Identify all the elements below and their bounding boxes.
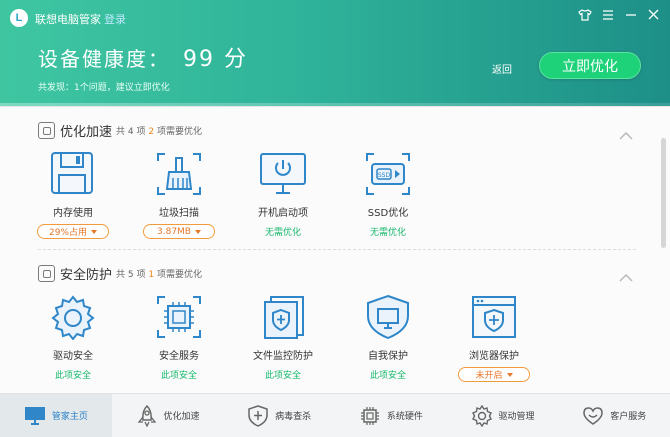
browser-shield-icon xyxy=(468,293,520,341)
dropdown-arrow-icon xyxy=(506,372,513,377)
item-self-protection[interactable]: 自我保护 此项安全 xyxy=(343,293,433,381)
optimize-now-button[interactable]: 立即优化 xyxy=(539,52,641,79)
browser-protection-dropdown[interactable]: 未开启 xyxy=(458,367,530,382)
section-summary: 共 5 项 1 项需要优化 xyxy=(116,270,202,280)
svg-text:SSD: SSD xyxy=(378,172,391,179)
chip-icon xyxy=(153,293,205,341)
item-security-service[interactable]: 安全服务 此项安全 xyxy=(134,293,224,381)
close-icon[interactable] xyxy=(645,6,662,23)
nav-label: 优化加速 xyxy=(163,412,200,422)
section-title: 安全防护 xyxy=(60,268,113,283)
item-status: 无需优化 xyxy=(264,228,301,238)
health-label: 设备健康度： xyxy=(38,47,170,71)
gear-icon xyxy=(471,404,493,427)
item-label: 浏览器保护 xyxy=(469,351,519,362)
app-logo: L xyxy=(10,9,28,27)
nav-hardware[interactable]: 系统硬件 xyxy=(335,394,447,437)
nav-optimize[interactable]: 优化加速 xyxy=(112,394,224,437)
item-status: 此项安全 xyxy=(264,371,301,381)
scrollbar[interactable] xyxy=(661,138,666,248)
section-divider xyxy=(38,249,636,250)
gear-icon xyxy=(47,293,99,341)
item-driver-security[interactable]: 驱动安全 此项安全 xyxy=(28,293,118,381)
nav-home[interactable]: 管家主页 xyxy=(0,394,112,437)
nav-label: 病毒查杀 xyxy=(275,412,312,422)
nav-customer-service[interactable]: 客户服务 xyxy=(558,394,670,437)
monitor-power-icon xyxy=(257,150,309,198)
login-link[interactable]: 登录 xyxy=(104,11,126,27)
section-icon xyxy=(38,122,55,139)
dropdown-arrow-icon xyxy=(194,229,201,234)
monitor-home-icon xyxy=(24,405,46,427)
item-label: 开机启动项 xyxy=(258,208,308,219)
issues-found-text: 共发现：1个问题，建议立即优化 xyxy=(38,83,170,93)
cpu-icon xyxy=(359,405,381,427)
item-label: 自我保护 xyxy=(368,351,408,362)
menu-icon[interactable] xyxy=(599,6,616,23)
item-label: 垃圾扫描 xyxy=(159,208,199,219)
section-icon xyxy=(38,265,55,282)
bottom-nav: 管家主页 优化加速 病毒查杀 系统硬件 驱动管理 客户服务 xyxy=(0,393,670,437)
file-shield-icon xyxy=(257,293,309,341)
item-status: 此项安全 xyxy=(54,371,91,381)
window-controls xyxy=(576,6,662,23)
section-summary: 共 4 项 2 项需要优化 xyxy=(116,127,202,137)
skin-icon[interactable] xyxy=(576,6,593,23)
item-file-monitor[interactable]: 文件监控防护 此项安全 xyxy=(238,293,328,381)
memory-icon xyxy=(47,150,99,198)
item-label: 内存使用 xyxy=(53,208,93,219)
ssd-icon: SSD xyxy=(362,150,414,198)
collapse-chevron-icon[interactable] xyxy=(619,268,633,282)
nav-label: 客户服务 xyxy=(610,412,647,422)
item-browser-protection[interactable]: 浏览器保护 未开启 xyxy=(449,293,539,382)
rocket-icon xyxy=(136,404,158,427)
nav-label: 管家主页 xyxy=(51,412,88,422)
nav-driver[interactable]: 驱动管理 xyxy=(447,394,559,437)
item-ssd[interactable]: SSD SSD优化 无需优化 xyxy=(343,150,433,238)
broom-icon xyxy=(153,150,205,198)
virus-shield-icon xyxy=(247,404,269,427)
section-optimize-header: 优化加速 共 4 项 2 项需要优化 xyxy=(38,121,202,140)
item-status: 此项安全 xyxy=(160,371,197,381)
item-label: 安全服务 xyxy=(159,351,199,362)
health-score: 99 分 xyxy=(183,47,248,72)
header: L 联想电脑管家 登录 设备健康度： 99 分 共发现：1个问题，建议立即优化 … xyxy=(0,0,670,106)
item-label: 驱动安全 xyxy=(53,351,93,362)
shield-monitor-icon xyxy=(362,293,414,341)
nav-label: 驱动管理 xyxy=(498,412,535,422)
item-junk-scan[interactable]: 垃圾扫描 3.87MB xyxy=(134,150,224,239)
app-title: 联想电脑管家 xyxy=(35,13,101,26)
item-label: 文件监控防护 xyxy=(253,351,313,362)
item-startup[interactable]: 开机启动项 无需优化 xyxy=(238,150,328,238)
memory-usage-dropdown[interactable]: 29%占用 xyxy=(37,224,109,239)
section-title: 优化加速 xyxy=(60,125,113,140)
collapse-chevron-icon[interactable] xyxy=(619,126,633,140)
nav-virus-scan[interactable]: 病毒查杀 xyxy=(223,394,335,437)
item-status: 无需优化 xyxy=(369,228,406,238)
heart-hands-icon xyxy=(582,405,604,427)
minimize-icon[interactable] xyxy=(622,6,639,23)
item-label: SSD优化 xyxy=(367,208,409,219)
back-link[interactable]: 返回 xyxy=(492,61,512,76)
section-security-header: 安全防护 共 5 项 1 项需要优化 xyxy=(38,264,202,283)
item-status: 此项安全 xyxy=(369,371,406,381)
item-memory[interactable]: 内存使用 29%占用 xyxy=(28,150,118,239)
junk-size-dropdown[interactable]: 3.87MB xyxy=(143,224,215,239)
dropdown-arrow-icon xyxy=(91,229,97,234)
nav-label: 系统硬件 xyxy=(386,412,423,422)
